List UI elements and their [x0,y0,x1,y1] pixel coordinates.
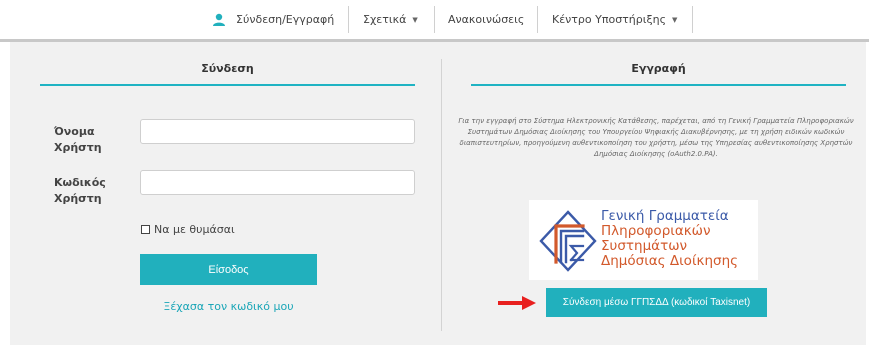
remember-me-label: Να με θυμάσαι [154,223,235,236]
column-divider [441,59,442,331]
register-title: Εγγραφή [631,62,686,75]
arrow-right-icon [498,296,536,310]
register-info-text: Για την εγγραφή στο Σύστημα Ηλεκτρονικής… [458,117,854,158]
logo-line-3: Συστημάτων [601,238,688,254]
caret-down-icon: ▼ [672,15,678,24]
top-navigation: Σύνδεση/Εγγραφή Σχετικά ▼ Ανακοινώσεις Κ… [0,0,869,42]
password-input[interactable] [140,170,415,195]
nav-separator [434,6,435,33]
nav-separator [348,6,349,33]
nav-separator [692,6,693,33]
nav-login-register[interactable]: Σύνδεση/Εγγραφή [212,0,334,39]
nav-about[interactable]: Σχετικά ▼ [363,0,418,39]
login-title: Σύνδεση [201,62,254,75]
remember-me[interactable]: Να με θυμάσαι [141,223,235,236]
logo-line-2: Πληροφοριακών [601,223,711,239]
login-title-underline [40,84,415,86]
caret-down-icon: ▼ [412,15,418,24]
checkbox-icon[interactable] [141,225,150,234]
gsis-logo: Γενική Γραμματεία Πληροφοριακών Συστημάτ… [529,200,758,280]
username-label: Όνομα Χρήστη [54,125,102,154]
forgot-password-link[interactable]: Ξέχασα τον κωδικό μου [140,300,317,313]
username-input[interactable] [140,119,415,144]
gsis-emblem-icon [539,210,597,272]
register-title-underline [471,84,846,86]
nav-announcements[interactable]: Ανακοινώσεις [448,0,524,39]
logo-line-1: Γενική Γραμματεία [601,208,729,224]
nav-login-register-label: Σύνδεση/Εγγραφή [236,13,335,26]
nav-separator [537,6,538,33]
user-icon [213,13,225,26]
logo-line-4: Δημόσιας Διοίκησης [601,253,739,269]
login-button[interactable]: Είσοδος [140,254,317,285]
gsis-login-button[interactable]: Σύνδεση μέσω ΓΓΠΣΔΔ (κωδικοί Taxisnet) [546,288,767,317]
nav-announcements-label: Ανακοινώσεις [448,13,525,26]
gsis-logo-text: Γενική Γραμματεία Πληροφοριακών Συστημάτ… [601,209,738,269]
nav-about-label: Σχετικά [363,13,407,26]
nav-support[interactable]: Κέντρο Υποστήριξης ▼ [552,0,677,39]
password-label: Κωδικός Χρήστη [54,176,106,205]
nav-support-label: Κέντρο Υποστήριξης [552,13,667,26]
